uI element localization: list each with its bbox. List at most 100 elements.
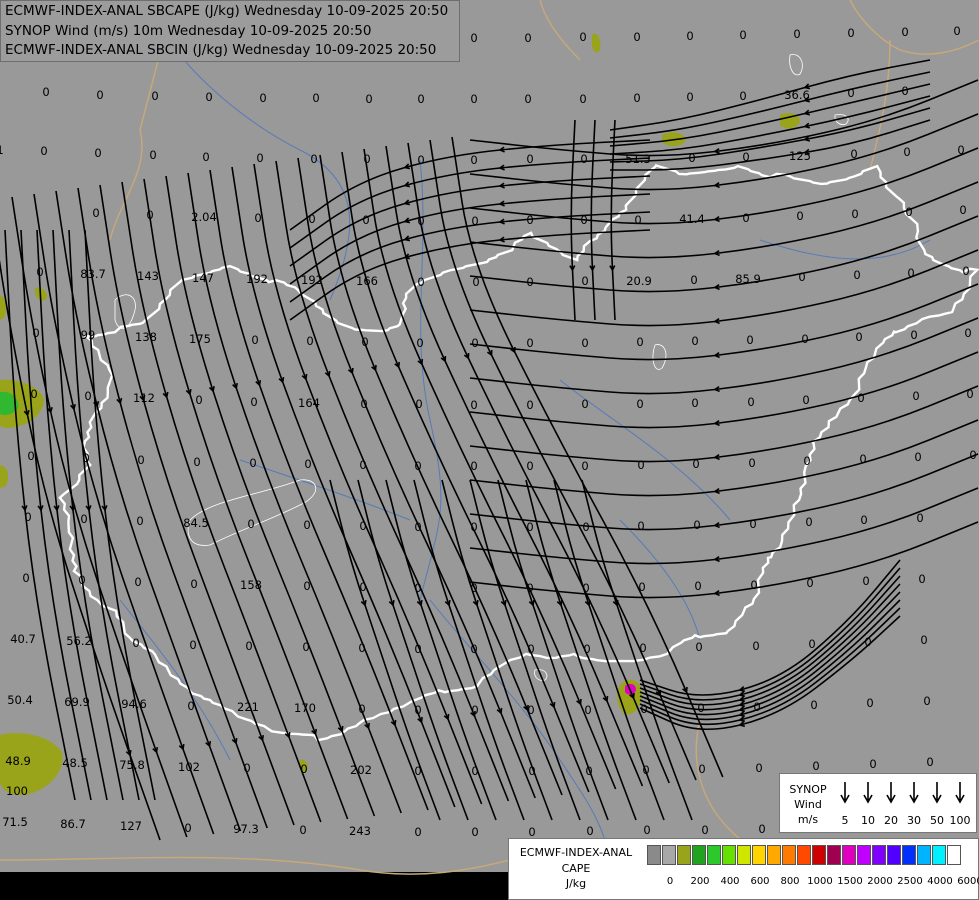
cape-value-label: 0: [146, 208, 153, 222]
cape-value-label: 48.9: [5, 754, 31, 768]
cape-legend-title-line: ECMWF-INDEX-ANAL: [519, 846, 633, 859]
cape-value-label: 85.9: [735, 272, 761, 286]
cape-value-label: 0: [686, 90, 693, 104]
wind-arrow-down-icon: [886, 782, 896, 804]
cape-value-label: 0: [36, 265, 43, 279]
cape-value-label: 0: [359, 458, 366, 472]
cape-value-label: 0: [901, 84, 908, 98]
cape-value-label: 0: [24, 510, 31, 524]
cape-value-label: 0: [417, 92, 424, 106]
cape-value-label: 0: [969, 448, 976, 462]
cape-value-label: 56.2: [66, 634, 92, 648]
cape-value-label: 0: [586, 824, 593, 838]
cape-value-label: 0: [471, 703, 478, 717]
cape-value-label: 0: [847, 26, 854, 40]
cape-value-label: 0: [691, 334, 698, 348]
cape-value-label: 0: [855, 330, 862, 344]
cape-tick-labels: 0 200 400 600 800 1000 1500 2000 2500 4000 6000: [645, 876, 979, 890]
cape-value-label: 0: [920, 633, 927, 647]
cape-value-label: 0: [747, 395, 754, 409]
cape-value-label: 0: [808, 637, 815, 651]
cape-value-label: 50.4: [7, 693, 33, 707]
cape-value-label: 0: [526, 520, 533, 534]
cape-color-legend: ECMWF-INDEX-ANAL CAPE J/kg 0 200 400 600 800…: [508, 838, 979, 900]
cape-value-label: 0: [805, 515, 812, 529]
cape-value-label: 0: [692, 457, 699, 471]
cape-value-label: 0: [701, 823, 708, 837]
cape-value-label: 0: [470, 153, 477, 167]
cape-value-label: 192: [246, 272, 268, 286]
cape-value-label: 0: [193, 455, 200, 469]
wind-arrow-down-icon: [840, 782, 850, 804]
cape-value-label: 0: [136, 514, 143, 528]
cape-value-label: 0: [94, 146, 101, 160]
cape-value-label: 97.3: [233, 822, 259, 836]
cape-value-label: 0: [92, 206, 99, 220]
cape-color-bar: [647, 845, 962, 865]
cape-value-label: 0: [847, 86, 854, 100]
cape-legend-tick: 1500: [837, 876, 863, 887]
cape-value-label: 0: [27, 449, 34, 463]
cape-value-label: 0: [40, 144, 47, 158]
cape-value-label: 0: [633, 91, 640, 105]
cape-value-label: 0: [256, 151, 263, 165]
cape-value-label: 0: [903, 145, 910, 159]
cape-value-label: 0: [470, 581, 477, 595]
cape-value-label: 0: [526, 213, 533, 227]
cape-value-label: 0: [910, 328, 917, 342]
cape-value-label: 0: [524, 31, 531, 45]
cape-value-label: 0: [959, 203, 966, 217]
cape-value-label: 158: [240, 578, 262, 592]
cape-value-label: 0: [472, 275, 479, 289]
cape-value-label: 86.7: [60, 817, 86, 831]
cape-value-label: 0: [581, 274, 588, 288]
cape-value-label: 0: [850, 147, 857, 161]
cape-value-label: 0: [302, 640, 309, 654]
cape-value-label: 0: [184, 821, 191, 835]
cape-value-label: 0: [259, 91, 266, 105]
cape-legend-swatch: [662, 845, 676, 865]
cape-value-label: 0: [581, 336, 588, 350]
cape-value-label: 0: [471, 764, 478, 778]
cape-value-label: 0: [528, 764, 535, 778]
cape-value-label: 0: [137, 453, 144, 467]
cape-value-label: 0: [957, 143, 964, 157]
cape-value-label: 0: [582, 581, 589, 595]
cape-value-label: 0: [582, 520, 589, 534]
cape-value-label: 2.04: [191, 210, 217, 224]
cape-legend-tick: 400: [720, 876, 740, 887]
wind-arrow-down-icon: [863, 782, 873, 804]
map-background: [0, 0, 979, 900]
cape-value-label: 40.7: [10, 632, 36, 646]
cape-legend-swatch: [677, 845, 691, 865]
cape-value-label: 0: [359, 519, 366, 533]
cape-value-label: 0: [299, 823, 306, 837]
cape-value-label: 0: [151, 89, 158, 103]
cape-value-label: 0: [793, 27, 800, 41]
cape-value-label: 0: [470, 92, 477, 106]
cape-value-label: 0: [753, 700, 760, 714]
cape-value-label: 0: [642, 763, 649, 777]
cape-value-label: 0: [686, 29, 693, 43]
cape-value-label: 0: [901, 25, 908, 39]
cape-legend-tick: 600: [750, 876, 770, 887]
cape-value-label: 0: [749, 517, 756, 531]
cape-legend-swatch: [752, 845, 766, 865]
cape-value-label: 0: [584, 703, 591, 717]
cape-value-label: 0: [187, 699, 194, 713]
cape-value-label: 1: [0, 143, 4, 157]
cape-value-label: 0: [414, 825, 421, 839]
cape-value-label: 0: [581, 397, 588, 411]
cape-value-label: 0: [308, 212, 315, 226]
cape-value-label: 0: [907, 266, 914, 280]
cape-legend-title-line: J/kg: [565, 877, 587, 890]
cape-value-label: 0: [579, 30, 586, 44]
cape-value-label: 0: [806, 576, 813, 590]
cape-value-label: 127: [120, 819, 142, 833]
cape-value-label: 0: [414, 764, 421, 778]
synop-speed-label: 50: [930, 814, 944, 827]
cape-legend-swatch: [812, 845, 826, 865]
cape-value-label: 0: [742, 150, 749, 164]
cape-value-label: 0: [245, 639, 252, 653]
cape-legend-swatch: [722, 845, 736, 865]
